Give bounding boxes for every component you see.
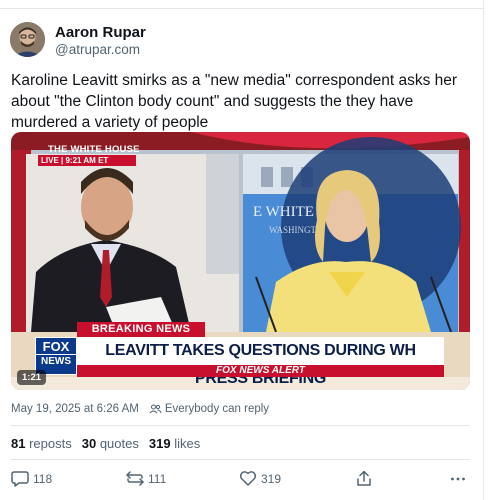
alert-banner: FOX NEWS ALERT bbox=[77, 365, 444, 377]
reposts-label: reposts bbox=[29, 436, 72, 451]
repost-icon bbox=[126, 471, 144, 486]
post-text: Karoline Leavitt smirks as a "new media"… bbox=[11, 72, 458, 131]
repost-count: 111 bbox=[148, 471, 167, 486]
location-label: THE WHITE HOUSE bbox=[48, 144, 140, 155]
quotes-label: quotes bbox=[99, 436, 139, 451]
avatar[interactable] bbox=[10, 22, 45, 57]
like-count: 319 bbox=[261, 471, 282, 486]
share-button[interactable] bbox=[356, 470, 376, 487]
reposts-stat[interactable]: 81 reposts bbox=[11, 436, 72, 451]
likes-count: 319 bbox=[148, 436, 171, 451]
share-icon bbox=[357, 470, 371, 486]
more-icon bbox=[451, 477, 465, 481]
likes-stat[interactable]: 319 likes bbox=[149, 436, 200, 451]
logo-top: FOX bbox=[42, 339, 70, 354]
background-sign-subtext: WASHINGTO bbox=[269, 225, 323, 235]
divider bbox=[11, 425, 470, 426]
quotes-stat[interactable]: 30 quotes bbox=[82, 436, 139, 451]
likes-label: likes bbox=[174, 436, 201, 451]
reply-button[interactable]: 118 bbox=[11, 470, 52, 487]
top-divider bbox=[0, 8, 484, 9]
live-badge: LIVE | 9:21 AM ET bbox=[38, 155, 136, 166]
reposts-count: 81 bbox=[11, 436, 26, 451]
quotes-count: 30 bbox=[81, 436, 97, 451]
breaking-news-banner: BREAKING NEWS bbox=[77, 322, 205, 337]
logo-bottom: NEWS bbox=[36, 354, 76, 368]
like-button[interactable]: 319 bbox=[239, 470, 281, 487]
engagement-stats: 81 reposts 30 quotes 319 likes bbox=[11, 436, 210, 451]
reply-count: 118 bbox=[33, 471, 53, 486]
divider bbox=[11, 459, 470, 460]
author-name[interactable]: Aaron Rupar bbox=[55, 24, 146, 41]
post-meta: May 19, 2025 at 6:26 AM Everybody can re… bbox=[11, 403, 269, 415]
people-icon bbox=[149, 404, 162, 414]
post-date[interactable]: May 19, 2025 at 6:26 AM bbox=[11, 403, 139, 415]
author-handle[interactable]: @atrupar.com bbox=[55, 42, 140, 57]
post-card: Aaron Rupar @atrupar.com Karoline Leavit… bbox=[0, 0, 484, 500]
like-icon bbox=[239, 471, 257, 486]
repost-button[interactable]: 111 bbox=[126, 470, 166, 487]
video-duration: 1:21 bbox=[17, 370, 47, 385]
reply-setting: Everybody can reply bbox=[164, 403, 270, 415]
video-player[interactable]: E WHITE HO WASHINGTO THE WHITE HOUSE LIV… bbox=[11, 132, 470, 390]
reply-icon bbox=[11, 471, 29, 487]
chyron-headline: LEAVITT TAKES QUESTIONS DURING WH PRESS … bbox=[77, 337, 444, 387]
action-bar: 118 111 319 bbox=[11, 470, 471, 490]
more-options-button[interactable] bbox=[450, 470, 470, 487]
